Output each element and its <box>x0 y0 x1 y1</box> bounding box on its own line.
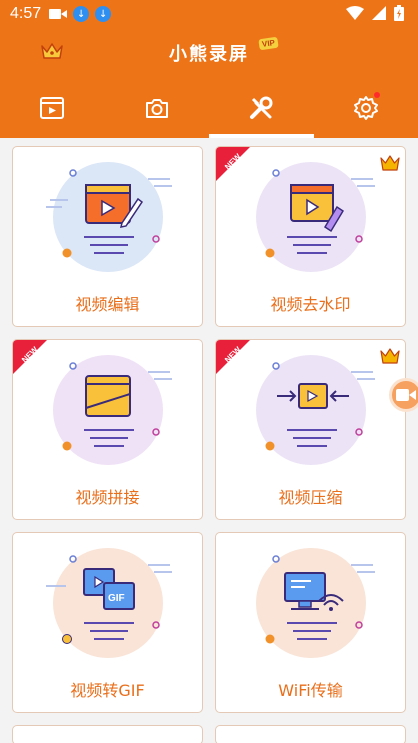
status-time: 4:57 <box>10 5 42 22</box>
watermark-remove-icon <box>256 162 375 272</box>
tool-label: 视频编辑 <box>75 295 140 314</box>
tools-icon <box>250 96 273 119</box>
wifi-icon <box>346 6 364 20</box>
video-merge-icon <box>53 355 172 465</box>
tab-recordings[interactable] <box>0 78 105 138</box>
gear-icon <box>353 96 378 120</box>
wifi-transfer-icon <box>256 548 375 658</box>
video-notification-icon <box>49 9 68 19</box>
status-bar: 4:57 ↓ ↓ <box>0 0 418 28</box>
app-title: 小熊录屏 <box>169 44 249 65</box>
camera-icon <box>145 99 168 118</box>
tool-card-video-merge[interactable]: NEW 视频拼接 <box>12 339 203 520</box>
signal-icon <box>372 6 386 20</box>
tool-card-video-to-gif[interactable]: GIF 视频转GIF <box>12 532 203 713</box>
floating-record-button[interactable] <box>389 378 418 412</box>
tool-label: 视频去水印 <box>270 295 351 314</box>
download-notification-icon-2: ↓ <box>95 6 112 22</box>
tool-card-video-edit[interactable]: 视频编辑 <box>12 146 203 327</box>
tool-card-partial[interactable] <box>12 725 203 743</box>
video-list-icon <box>40 97 65 119</box>
tool-card-wifi-transfer[interactable]: WiFi传输 <box>215 532 406 713</box>
crown-icon <box>380 348 400 364</box>
video-camera-icon <box>396 389 416 401</box>
crown-icon <box>380 155 400 171</box>
notification-dot <box>374 92 380 98</box>
tool-card-partial[interactable] <box>215 725 406 743</box>
tool-label: 视频拼接 <box>75 488 140 507</box>
main-tabs <box>0 78 418 138</box>
video-compress-icon <box>256 355 375 465</box>
svg-text:GIF: GIF <box>108 593 125 604</box>
app-header: 小熊录屏 VIP <box>0 28 418 138</box>
tool-card-remove-watermark[interactable]: NEW 视频去水印 <box>215 146 406 327</box>
tab-settings[interactable] <box>314 78 418 138</box>
gif-convert-icon: GIF <box>46 548 172 658</box>
tool-label: 视频压缩 <box>278 488 343 507</box>
tools-grid: 视频编辑 NEW 视频去水印 NEW 视频拼接 NEW 视频压缩 GIF 视频转… <box>12 146 406 743</box>
tool-card-video-compress[interactable]: NEW 视频压缩 <box>215 339 406 520</box>
battery-icon <box>394 5 404 21</box>
tab-tools[interactable] <box>209 78 314 138</box>
tool-label: 视频转GIF <box>70 681 145 700</box>
tab-camera[interactable] <box>105 78 210 138</box>
tool-label: WiFi传输 <box>278 681 343 700</box>
video-edit-icon <box>46 162 172 272</box>
download-notification-icon: ↓ <box>73 6 90 22</box>
